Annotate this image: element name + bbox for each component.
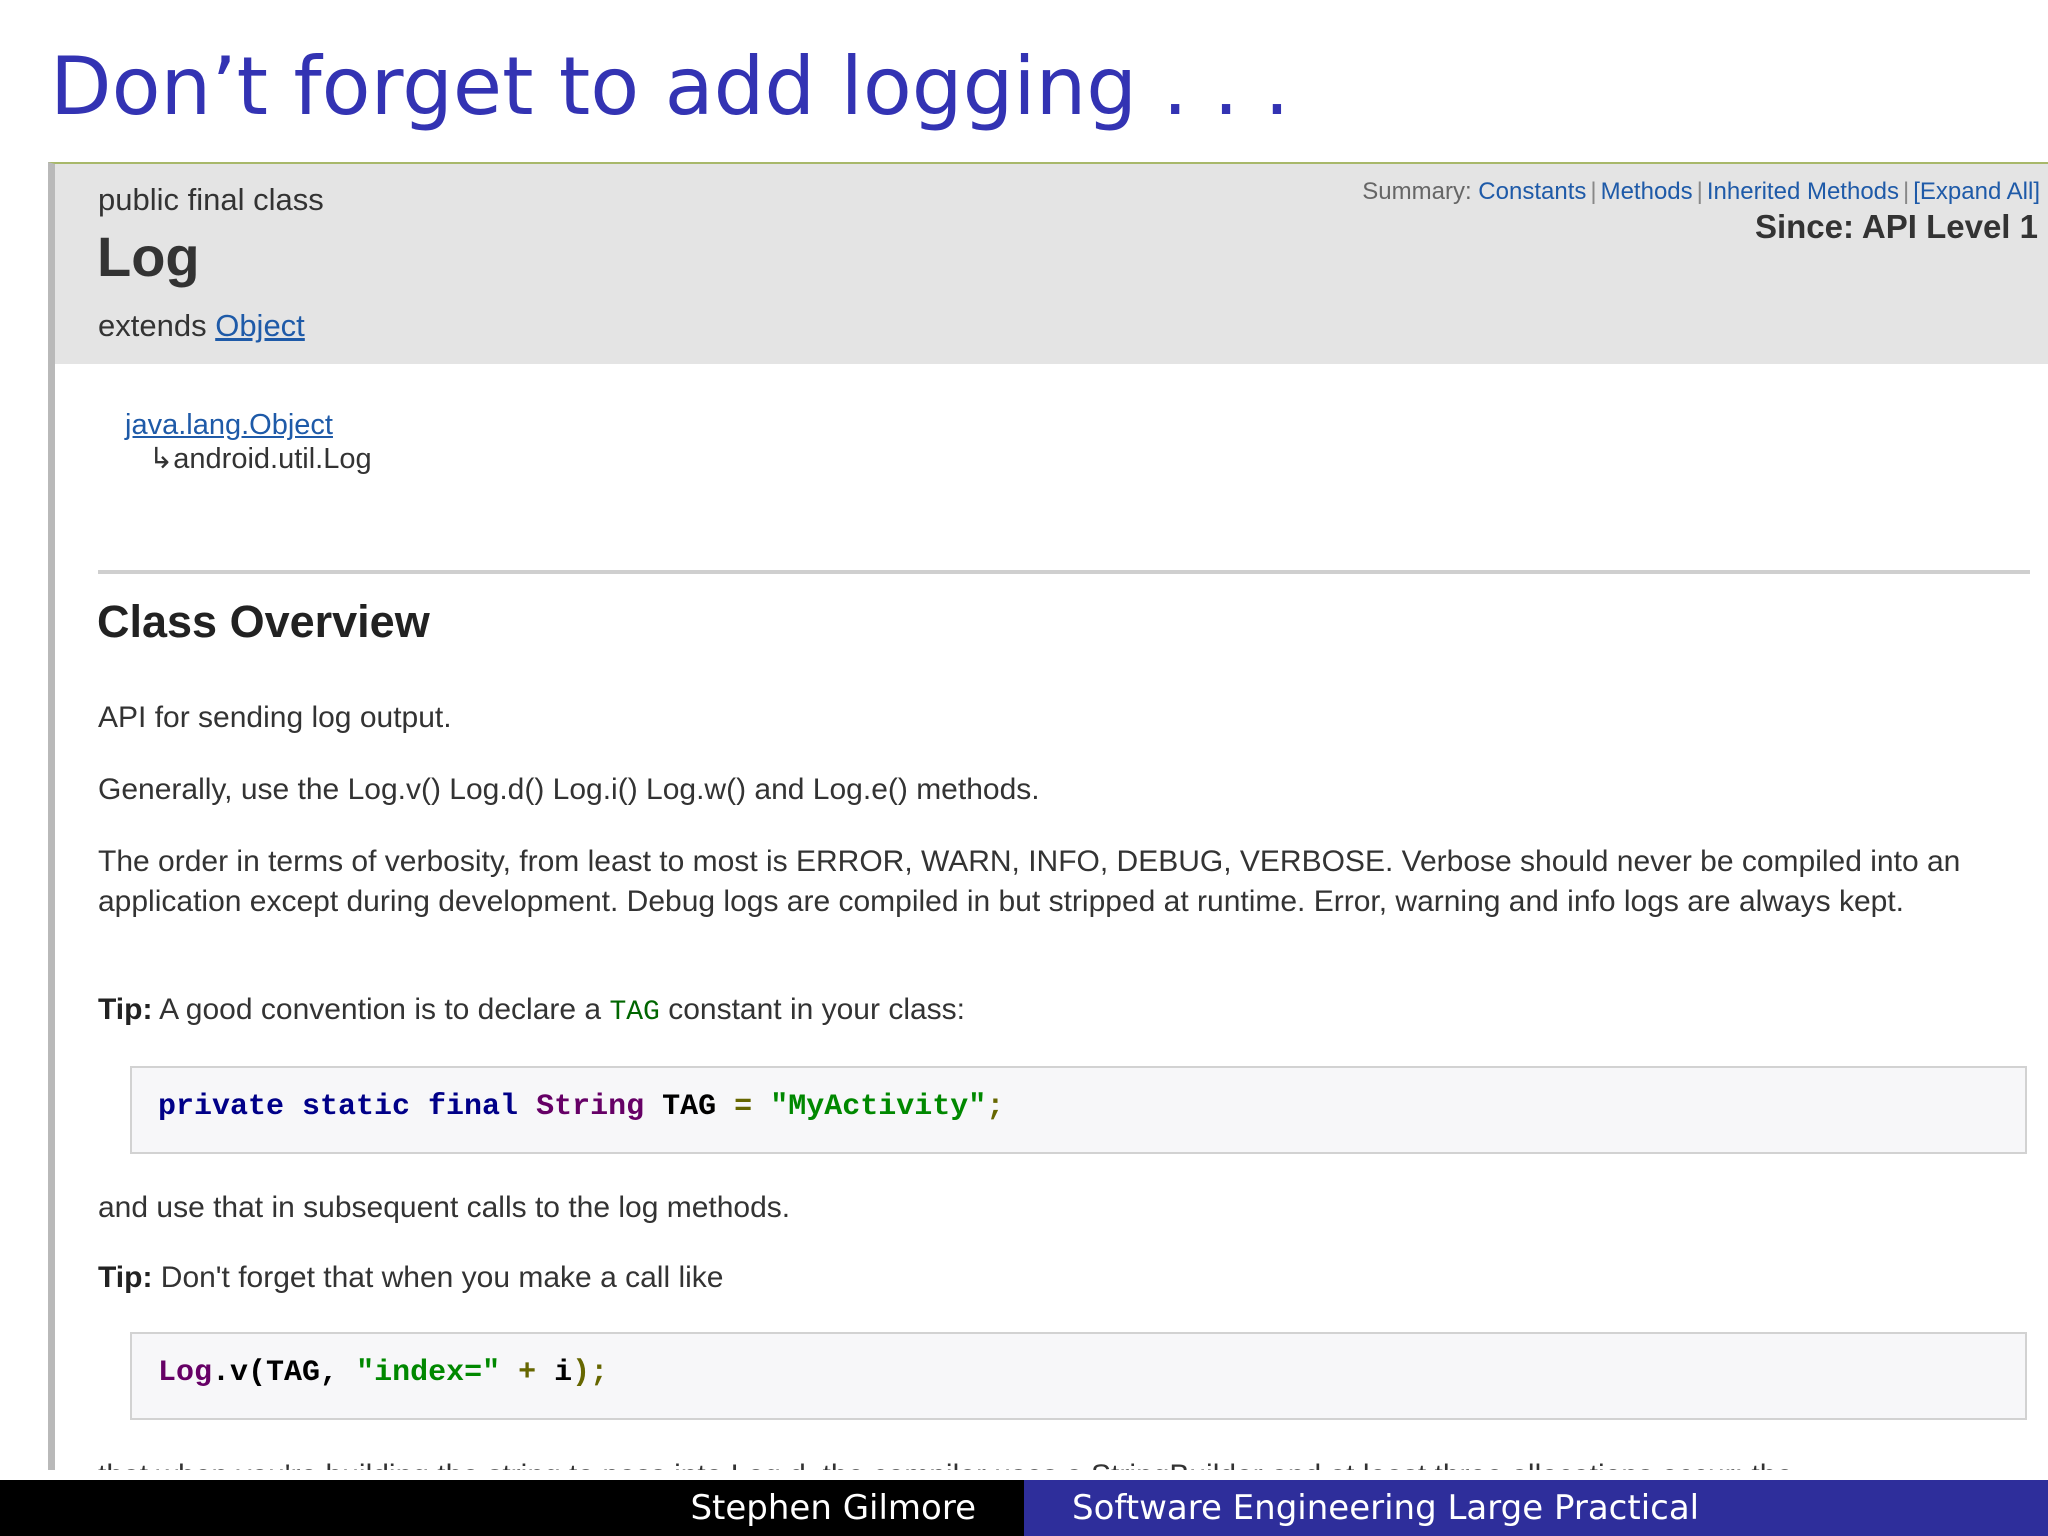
- child-class: ↳android.util.Log: [149, 443, 372, 475]
- footer-course: Software Engineering Large Practical: [1072, 1488, 1700, 1528]
- class-modifiers: public final class: [98, 182, 324, 217]
- paragraph-api: API for sending log output.: [98, 701, 452, 734]
- paragraph-methods: Generally, use the Log.v() Log.d() Log.i…: [98, 773, 1040, 806]
- expand-all-link[interactable]: [Expand All]: [1913, 178, 2040, 205]
- inheritance-tree: java.lang.Object ↳android.util.Log: [125, 408, 372, 476]
- class-name: Log: [97, 225, 200, 288]
- summary-label: Summary:: [1362, 178, 1472, 205]
- tip-1-before: A good convention is to declare a: [152, 993, 610, 1026]
- footer-left-panel: Stephen Gilmore: [0, 1480, 1024, 1536]
- class-overview-heading: Class Overview: [97, 596, 430, 647]
- extends-label: extends: [98, 308, 216, 343]
- tip-1: Tip: A good convention is to declare a T…: [98, 990, 2033, 1033]
- code-identifier: i: [554, 1356, 573, 1390]
- code-identifier: TAG: [662, 1090, 717, 1124]
- since-api-level: Since: API Level 1: [1754, 208, 2038, 245]
- tip-label: Tip:: [98, 1261, 153, 1294]
- tip-1-after: constant in your class:: [659, 993, 966, 1026]
- summary-inherited-methods-link[interactable]: Inherited Methods: [1707, 178, 1899, 205]
- separator: |: [1903, 178, 1910, 205]
- code-string: "index=": [356, 1356, 501, 1390]
- documentation-screenshot: public final class Log extends Object Su…: [48, 162, 2048, 1470]
- summary-nav: Summary: Constants | Methods | Inherited Met…: [1362, 178, 2040, 206]
- code-call: .v(TAG,: [212, 1356, 339, 1390]
- footer-author: Stephen Gilmore: [690, 1488, 976, 1528]
- summary-constants-link[interactable]: Constants: [1478, 178, 1586, 205]
- extends-line: extends Object: [98, 308, 305, 344]
- tip-label: Tip:: [98, 993, 153, 1026]
- code-line: Log.v(TAG, "index=" + i);: [158, 1356, 608, 1390]
- extends-object-link[interactable]: Object: [215, 308, 305, 343]
- summary-methods-link[interactable]: Methods: [1601, 178, 1693, 205]
- code-operator: +: [518, 1356, 537, 1390]
- class-header: public final class Log extends Object Su…: [55, 164, 2048, 364]
- slide-footer: Stephen Gilmore Software Engineering Lar…: [0, 1480, 2048, 1536]
- code-block-tag: private static final String TAG = "MyAct…: [130, 1066, 2027, 1154]
- code-keywords: private static final: [158, 1090, 519, 1124]
- code-string: "MyActivity": [770, 1090, 987, 1124]
- footer-right-panel: Software Engineering Large Practical: [1024, 1480, 2048, 1536]
- paragraph-verbosity: The order in terms of verbosity, from le…: [98, 845, 1961, 918]
- tag-inline-code: TAG: [609, 997, 660, 1028]
- code-operator: =: [734, 1090, 753, 1124]
- paragraph-subsequent-calls: and use that in subsequent calls to the …: [98, 1191, 791, 1224]
- code-block-log-call: Log.v(TAG, "index=" + i);: [130, 1332, 2027, 1420]
- code-punctuation: ;: [986, 1090, 1005, 1124]
- separator: |: [1590, 178, 1597, 205]
- code-punctuation: );: [572, 1356, 609, 1390]
- code-type: Log: [158, 1356, 213, 1390]
- tip-2: Tip: Don't forget that when you make a c…: [98, 1258, 2033, 1298]
- divider: [98, 570, 2030, 574]
- cut-off-paragraph: that when you're building the string to …: [98, 1459, 1793, 1470]
- parent-class-link[interactable]: java.lang.Object: [125, 409, 333, 441]
- separator: |: [1696, 178, 1703, 205]
- code-type: String: [536, 1090, 645, 1124]
- code-line: private static final String TAG = "MyAct…: [158, 1090, 1004, 1124]
- slide-title: Don’t forget to add logging . . .: [50, 40, 1290, 133]
- tip-2-text: Don't forget that when you make a call l…: [152, 1261, 724, 1294]
